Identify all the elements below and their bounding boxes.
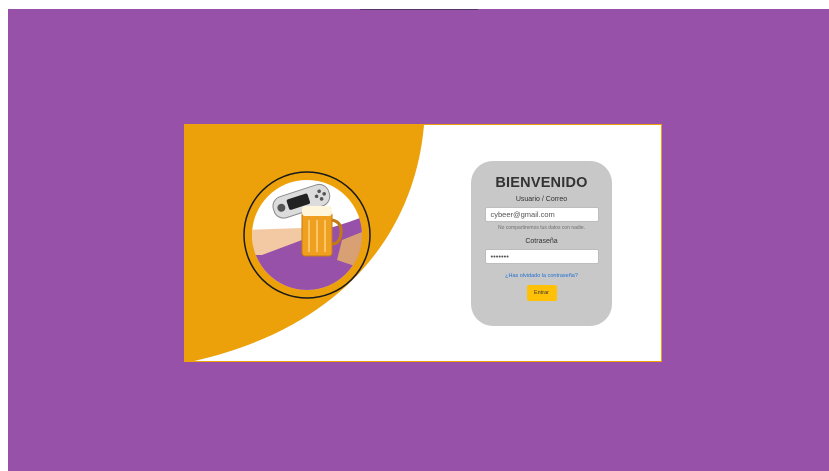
forgot-password-link[interactable]: ¿Has olvidado la contraseña? (471, 273, 612, 279)
user-label: Usuario / Correo (515, 196, 568, 203)
submit-button[interactable]: Entrar (526, 285, 557, 301)
user-hint: No compartiremos tus datos con nadie. (498, 225, 585, 231)
gamepad-and-beer-icon (243, 171, 371, 299)
top-divider (360, 9, 478, 10)
welcome-title: BIENVENIDO (495, 175, 588, 191)
login-card: BIENVENIDO Usuario / Correo cybeer@gmail… (184, 124, 662, 362)
password-input[interactable]: ••••••• (484, 249, 599, 264)
user-input[interactable]: cybeer@gmail.com (484, 207, 599, 222)
password-label: Cotraseña (525, 238, 558, 245)
login-panel: BIENVENIDO Usuario / Correo cybeer@gmail… (471, 161, 612, 326)
